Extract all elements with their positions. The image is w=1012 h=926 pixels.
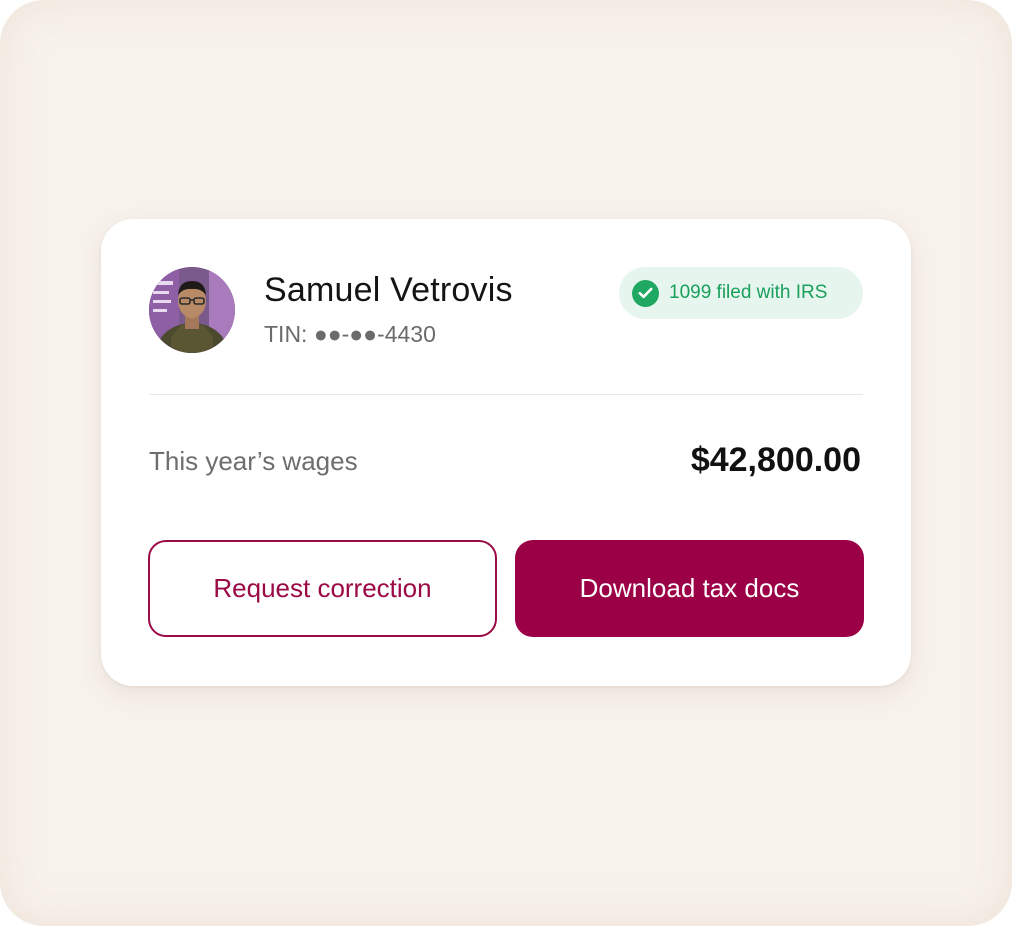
- employee-tax-card: Samuel Vetrovis TIN: ●●-●●-4430 1099 fil…: [101, 219, 911, 686]
- status-badge: 1099 filed with IRS: [619, 267, 863, 319]
- employee-tin: TIN: ●●-●●-4430: [264, 321, 436, 347]
- check-circle-icon: [632, 279, 659, 307]
- request-correction-button[interactable]: Request correction: [148, 540, 497, 637]
- download-tax-docs-button[interactable]: Download tax docs: [515, 540, 864, 637]
- avatar: [149, 267, 235, 353]
- page-background: Samuel Vetrovis TIN: ●●-●●-4430 1099 fil…: [0, 0, 1012, 926]
- wages-amount: $42,800.00: [690, 441, 861, 479]
- status-badge-label: 1099 filed with IRS: [669, 282, 828, 303]
- divider: [149, 394, 863, 395]
- wages-label: This year’s wages: [149, 446, 358, 476]
- employee-name: Samuel Vetrovis: [264, 271, 513, 309]
